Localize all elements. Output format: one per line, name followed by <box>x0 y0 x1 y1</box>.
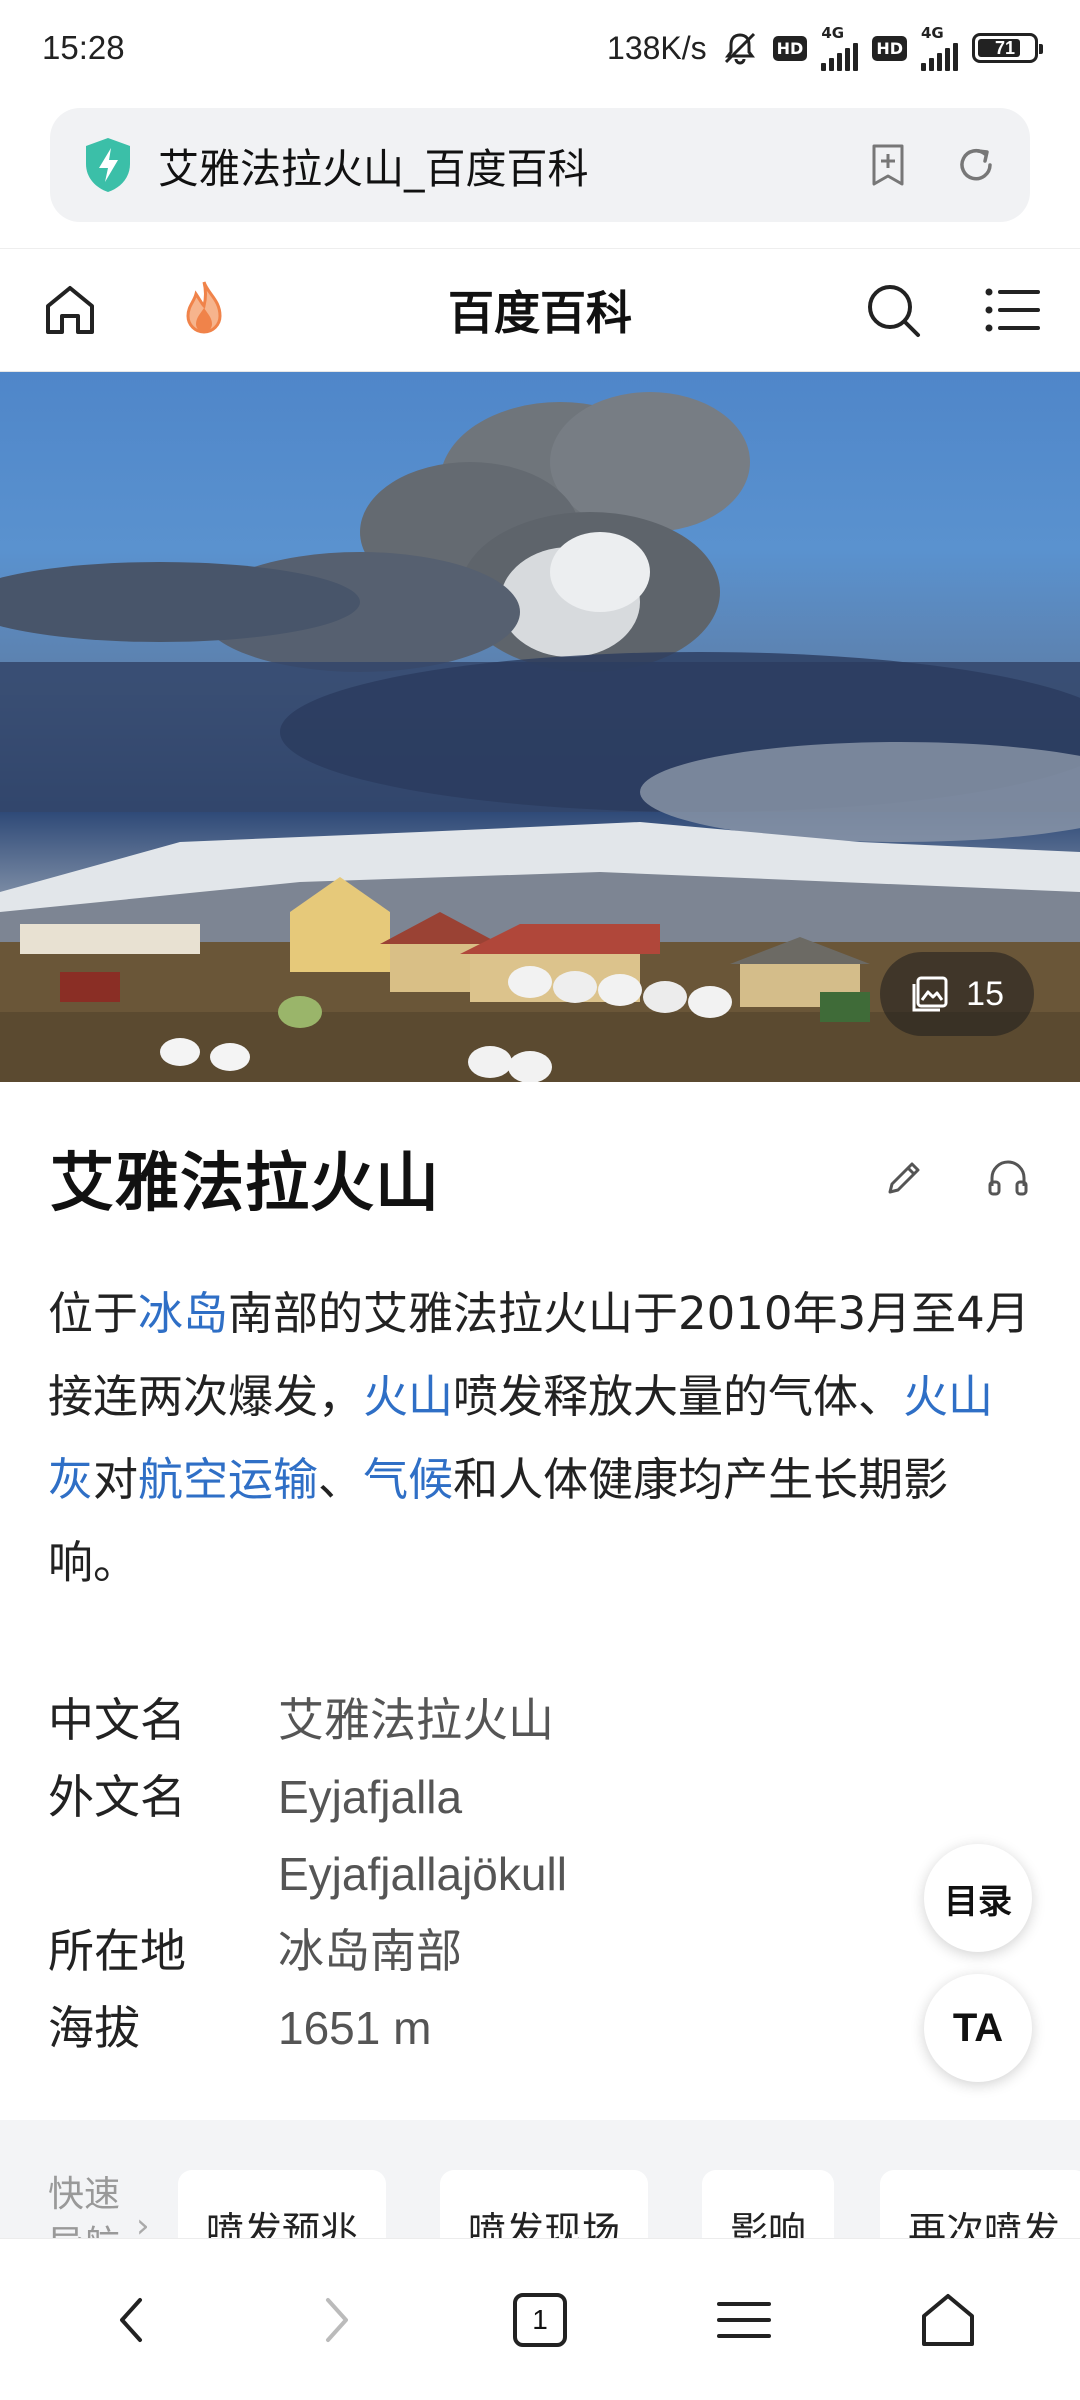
text-size-button[interactable]: TA <box>924 1974 1032 2082</box>
infobox-value: 冰岛南部 <box>278 1924 462 1978</box>
article-summary: 位于冰岛南部的艾雅法拉火山于2010年3月至4月接连两次爆发，火山喷发释放大量的… <box>48 1272 1038 1604</box>
headphones-icon[interactable] <box>986 1156 1030 1200</box>
security-shield-icon <box>86 138 130 192</box>
mute-bell-icon <box>724 32 755 65</box>
infobox-key: 外文名 <box>48 1770 186 1824</box>
title-row: 艾雅法拉火山 <box>50 1132 1030 1224</box>
infobox-value: 1651 m <box>278 2002 432 2054</box>
back-button[interactable] <box>72 2260 192 2380</box>
hd-badge: HD <box>772 35 808 61</box>
bottom-nav: 1 <box>0 2238 1080 2400</box>
menu-icon[interactable] <box>984 285 1040 335</box>
summary-text: 对 <box>93 1453 139 1506</box>
signal-icon: 4G <box>921 23 958 71</box>
network-type: 4G <box>821 23 845 42</box>
summary-text: 、 <box>318 1453 364 1506</box>
add-bookmark-icon[interactable] <box>866 142 910 188</box>
summary-text: 喷发释放大量的气体、 <box>453 1370 904 1423</box>
link-air-transport[interactable]: 航空运输 <box>138 1453 318 1506</box>
tabs-icon: 1 <box>513 2292 567 2347</box>
infobox-key: 海拔 <box>48 2001 140 2055</box>
network-type: 4G <box>921 23 944 42</box>
network-speed: 138K/s <box>607 29 707 66</box>
infobox: 中文名 艾雅法拉火山 外文名 Eyjafjalla Eyjafjallajöku… <box>48 1682 948 2067</box>
summary-text: 位于 <box>48 1287 139 1340</box>
photo-count-badge[interactable]: 15 <box>880 952 1034 1036</box>
link-iceland[interactable]: 冰岛 <box>138 1287 228 1340</box>
link-volcano[interactable]: 火山 <box>363 1370 453 1423</box>
infobox-value: Eyjafjallajökull <box>278 1848 567 1900</box>
home-button[interactable] <box>888 2260 1008 2380</box>
back-icon <box>120 2297 142 2342</box>
url-bar[interactable]: 艾雅法拉火山_百度百科 <box>50 108 1030 222</box>
quick-nav-label-line: 快速 <box>48 2174 121 2215</box>
infobox-value: 艾雅法拉火山 <box>278 1693 554 1747</box>
infobox-key: 所在地 <box>48 1924 186 1978</box>
home-icon[interactable] <box>40 280 100 340</box>
toc-button[interactable]: 目录 <box>924 1844 1032 1952</box>
signal-icon: 4G <box>821 23 859 71</box>
edit-pencil-icon[interactable] <box>882 1156 926 1200</box>
hd-badge: HD <box>872 35 907 61</box>
forward-button[interactable] <box>276 2260 396 2380</box>
gallery-icon <box>912 976 948 1012</box>
home-icon <box>922 2293 974 2346</box>
status-indicators: 138K/s HD 4G HD 4G 71 <box>607 23 1043 71</box>
hot-flame-icon[interactable] <box>174 278 234 342</box>
status-bar: 15:28 138K/s HD 4G HD 4G 71 <box>0 0 1080 96</box>
infobox-row: 外文名 Eyjafjalla Eyjafjallajökull <box>48 1759 948 1913</box>
reload-icon[interactable] <box>954 143 998 187</box>
page-url-title[interactable]: 艾雅法拉火山_百度百科 <box>158 135 589 195</box>
menu-button[interactable] <box>684 2260 804 2380</box>
infobox-row: 海拔 1651 m <box>48 1990 948 2067</box>
infobox-row: 所在地 冰岛南部 <box>48 1913 948 1990</box>
link-climate[interactable]: 气候 <box>363 1453 453 1506</box>
battery-icon: 71 <box>972 33 1043 63</box>
infobox-row: 中文名 艾雅法拉火山 <box>48 1682 948 1759</box>
tabs-button[interactable]: 1 <box>480 2260 600 2380</box>
forward-icon <box>326 2297 348 2342</box>
menu-icon <box>717 2301 771 2338</box>
tab-count: 1 <box>532 2303 548 2335</box>
hero-image[interactable]: 15 <box>0 372 1080 1082</box>
photo-count: 15 <box>966 974 1004 1013</box>
infobox-value: Eyjafjalla <box>278 1771 463 1823</box>
battery-level: 71 <box>994 37 1016 58</box>
page-title: 艾雅法拉火山 <box>50 1147 440 1221</box>
site-header: 百度百科 <box>0 248 1080 372</box>
status-time: 15:28 <box>42 29 125 66</box>
search-icon[interactable] <box>864 281 922 339</box>
infobox-key: 中文名 <box>48 1693 186 1747</box>
